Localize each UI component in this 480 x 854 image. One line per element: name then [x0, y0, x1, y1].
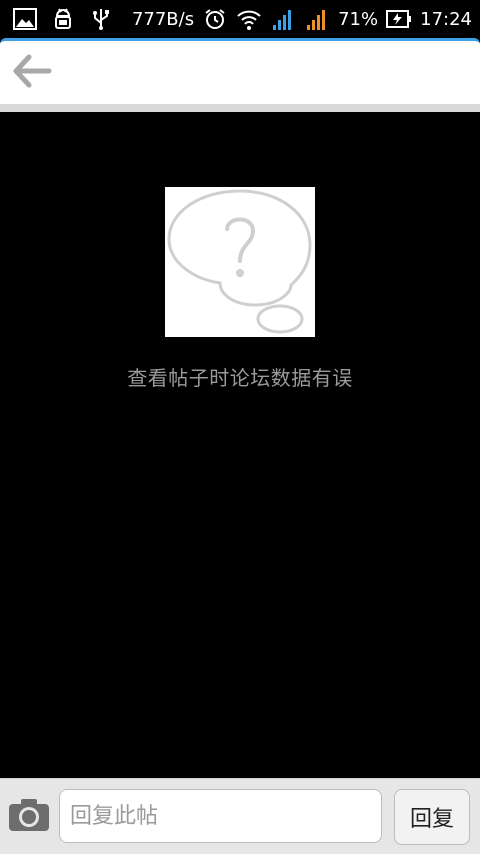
android-debug-icon [50, 6, 76, 32]
wifi-icon [236, 6, 262, 32]
question-bubble-icon [165, 187, 315, 337]
battery-charging-icon [386, 6, 412, 32]
arrow-left-icon [11, 53, 53, 93]
alarm-icon [202, 6, 228, 32]
back-button[interactable] [8, 51, 56, 95]
content-area: 查看帖子时论坛数据有误 [0, 112, 480, 778]
camera-button[interactable] [8, 799, 50, 835]
top-bar [0, 38, 480, 112]
battery-percent: 71% [338, 8, 379, 30]
notification-icons [12, 6, 114, 32]
system-status: 777B/s 71% 17:24 [132, 0, 472, 38]
reply-button[interactable]: 回复 [394, 789, 470, 845]
reply-input[interactable] [59, 789, 382, 843]
gallery-icon [12, 6, 38, 32]
usb-icon [88, 6, 114, 32]
net-speed: 777B/s [131, 8, 195, 30]
signal-orange-icon [304, 6, 330, 32]
error-message: 查看帖子时论坛数据有误 [127, 366, 353, 390]
camera-icon [8, 798, 50, 836]
clock: 17:24 [420, 8, 472, 30]
signal-blue-icon [270, 6, 296, 32]
status-bar: 777B/s 71% 17:24 [0, 0, 480, 38]
reply-bar: 回复 [0, 778, 480, 854]
